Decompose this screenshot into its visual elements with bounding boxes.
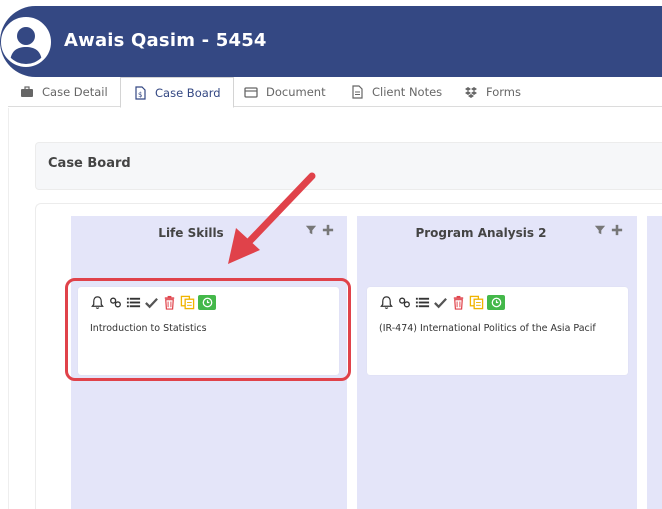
tab-case-detail[interactable]: Case Detail	[20, 77, 108, 107]
case-card[interactable]: (IR-474) International Politics of the A…	[367, 287, 628, 375]
briefcase-icon	[21, 86, 33, 97]
avatar[interactable]	[1, 17, 51, 67]
filter-icon[interactable]	[594, 224, 606, 236]
trash-icon[interactable]	[451, 295, 466, 310]
column-tools	[594, 224, 623, 236]
column-tools	[305, 224, 334, 236]
link-icon[interactable]	[397, 295, 412, 310]
card-title: (IR-474) International Politics of the A…	[379, 323, 596, 334]
case-header: Awais Qasim - 5454	[0, 6, 662, 77]
board-column-partial	[647, 216, 662, 509]
plus-icon[interactable]	[611, 224, 623, 236]
tab-document[interactable]: Document	[244, 77, 326, 107]
svg-text:$: $	[138, 91, 142, 99]
page-title: Awais Qasim - 5454	[64, 30, 267, 51]
tab-client-notes[interactable]: Client Notes	[350, 77, 442, 107]
tab-label: Case Board	[155, 85, 221, 100]
filter-icon[interactable]	[305, 224, 317, 236]
copy-icon[interactable]	[469, 295, 484, 310]
note-icon	[352, 85, 363, 99]
tab-label: Forms	[486, 85, 521, 99]
column-title: Program Analysis 2	[415, 226, 547, 240]
highlight-box	[65, 278, 351, 381]
list-icon[interactable]	[415, 295, 430, 310]
clock-button[interactable]	[487, 295, 505, 310]
tab-case-board[interactable]: $ Case Board	[120, 77, 234, 108]
section-title: Case Board	[48, 156, 131, 171]
card-actions	[379, 295, 505, 310]
tab-bar: Case Detail $ Case Board Document Client…	[8, 77, 662, 108]
bell-icon[interactable]	[379, 295, 394, 310]
clock-icon	[491, 297, 501, 308]
tab-label: Case Detail	[42, 85, 108, 99]
column-title: Life Skills	[158, 226, 224, 240]
tab-label: Client Notes	[372, 85, 443, 99]
dropbox-icon	[465, 87, 477, 98]
plus-icon[interactable]	[322, 224, 334, 236]
folder-icon	[244, 87, 258, 98]
section-header: Case Board	[35, 142, 662, 190]
document-dollar-icon: $	[135, 85, 146, 100]
check-icon[interactable]	[433, 295, 448, 310]
tab-label: Document	[266, 85, 326, 99]
user-silhouette-icon	[4, 20, 48, 64]
tab-forms[interactable]: Forms	[464, 77, 521, 107]
